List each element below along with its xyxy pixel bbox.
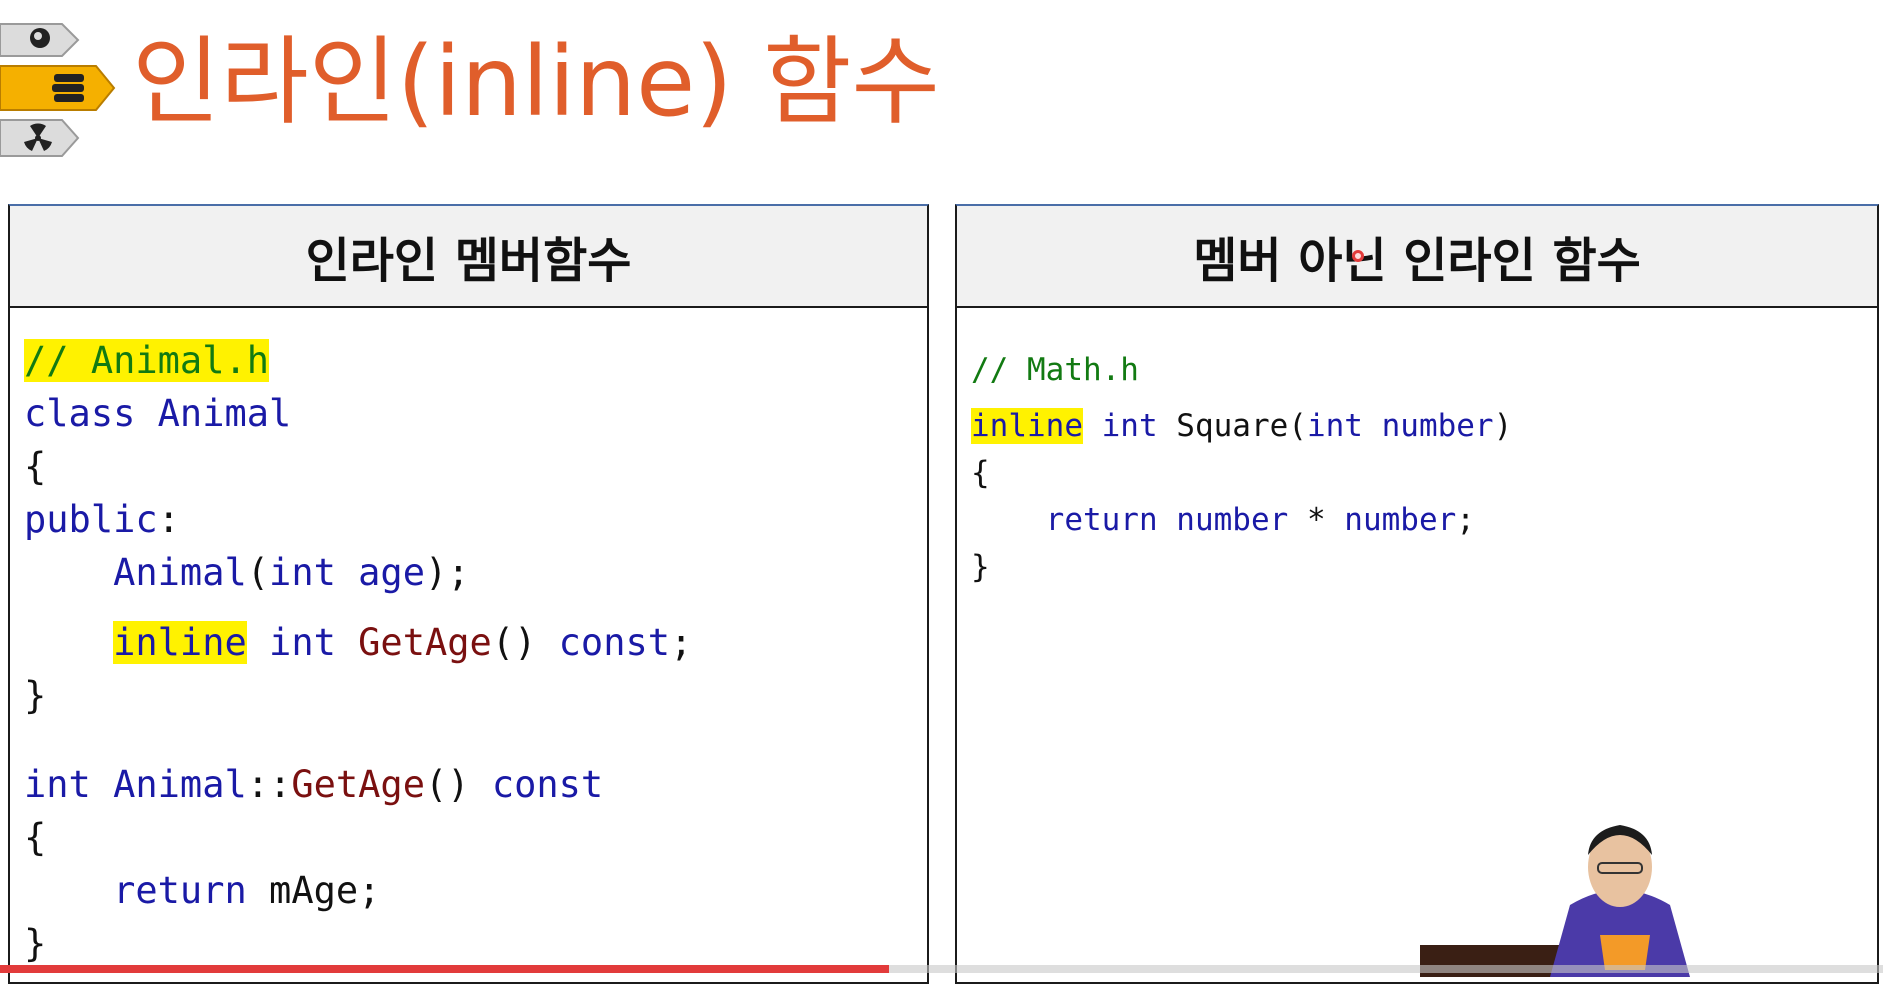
code-line: inline int Square(int number) [971,398,1512,454]
code-token: } [24,922,47,965]
code-token: Square( [1157,408,1307,444]
video-progress-fill [0,965,889,973]
radiation-icon [0,119,80,157]
code-line: int Animal::GetAge() const [24,758,692,811]
code-token: : [157,498,180,541]
code-line: } [971,548,1512,586]
brain-icon [0,23,80,57]
code-token: inline [113,621,247,664]
code-token: Animal [90,763,247,806]
code-token: // Animal.h [24,339,270,382]
code-token: number [1362,408,1494,444]
code-token: GetAge [335,621,492,664]
code-line: inline int GetAge() const; [24,616,692,669]
code-token: class [24,392,158,435]
code-token: Animal [157,392,292,435]
code-token: * [1288,502,1345,538]
code-token: () [424,763,492,806]
video-progress-bar[interactable] [0,965,1883,973]
code-line: { [24,440,692,493]
presenter-video [1420,825,1690,977]
code-line: return mAge; [24,864,692,917]
code-token: GetAge [291,763,425,806]
code-token: const [491,763,604,806]
code-line: return number * number; [971,492,1512,548]
code-token: public [24,498,158,541]
code-token: number [1157,502,1289,538]
code-token: return [1045,502,1158,538]
code-block: // Math.h inline int Square(int number){ … [971,342,1512,586]
title-icon-stack [0,23,116,157]
member-inline-panel: 인라인 멤버함수 // Animal.h class Animal { public:… [8,204,929,984]
code-line: class Animal [24,387,692,440]
code-token: ; [670,621,693,664]
code-token: int [1082,408,1158,444]
code-token: :: [246,763,292,806]
code-line: } [24,917,692,970]
code-block: // Animal.h class Animal{public: Animal(i… [24,334,692,970]
code-token: } [24,674,47,717]
code-token: ) [1493,408,1513,444]
laser-pointer [1352,250,1364,262]
code-token: ); [424,551,470,594]
code-token: mAge; [246,869,381,912]
code-token: age [335,551,425,594]
code-token: { [24,445,47,488]
panel-header: 인라인 멤버함수 [10,206,927,308]
code-token: int [1306,408,1363,444]
code-token: int [269,551,336,594]
code-token: inline [971,408,1083,444]
code-line: Animal(int age); [24,546,692,599]
slide-title: 인라인(inline) 함수 [132,26,940,138]
code-token: // Math.h [971,352,1139,388]
code-line: { [971,454,1512,492]
code-line: { [24,811,692,864]
book-stack-icon [0,65,116,111]
code-token: } [971,549,990,585]
code-token: ; [1456,502,1475,538]
code-token: ( [246,551,270,594]
code-token: Animal [113,551,247,594]
code-token: return [113,869,247,912]
code-token: { [971,455,990,491]
panel-header: 멤버 아닌 인라인 함수 [957,206,1877,308]
code-token: () [491,621,559,664]
code-line: // Animal.h [24,334,692,387]
code-line: } [24,669,692,722]
code-token: { [24,816,47,859]
code-line: public: [24,493,692,546]
code-token: const [558,621,671,664]
code-token: number [1344,502,1457,538]
code-token: int [24,763,91,806]
code-token: int [246,621,336,664]
code-line: // Math.h [971,342,1512,398]
